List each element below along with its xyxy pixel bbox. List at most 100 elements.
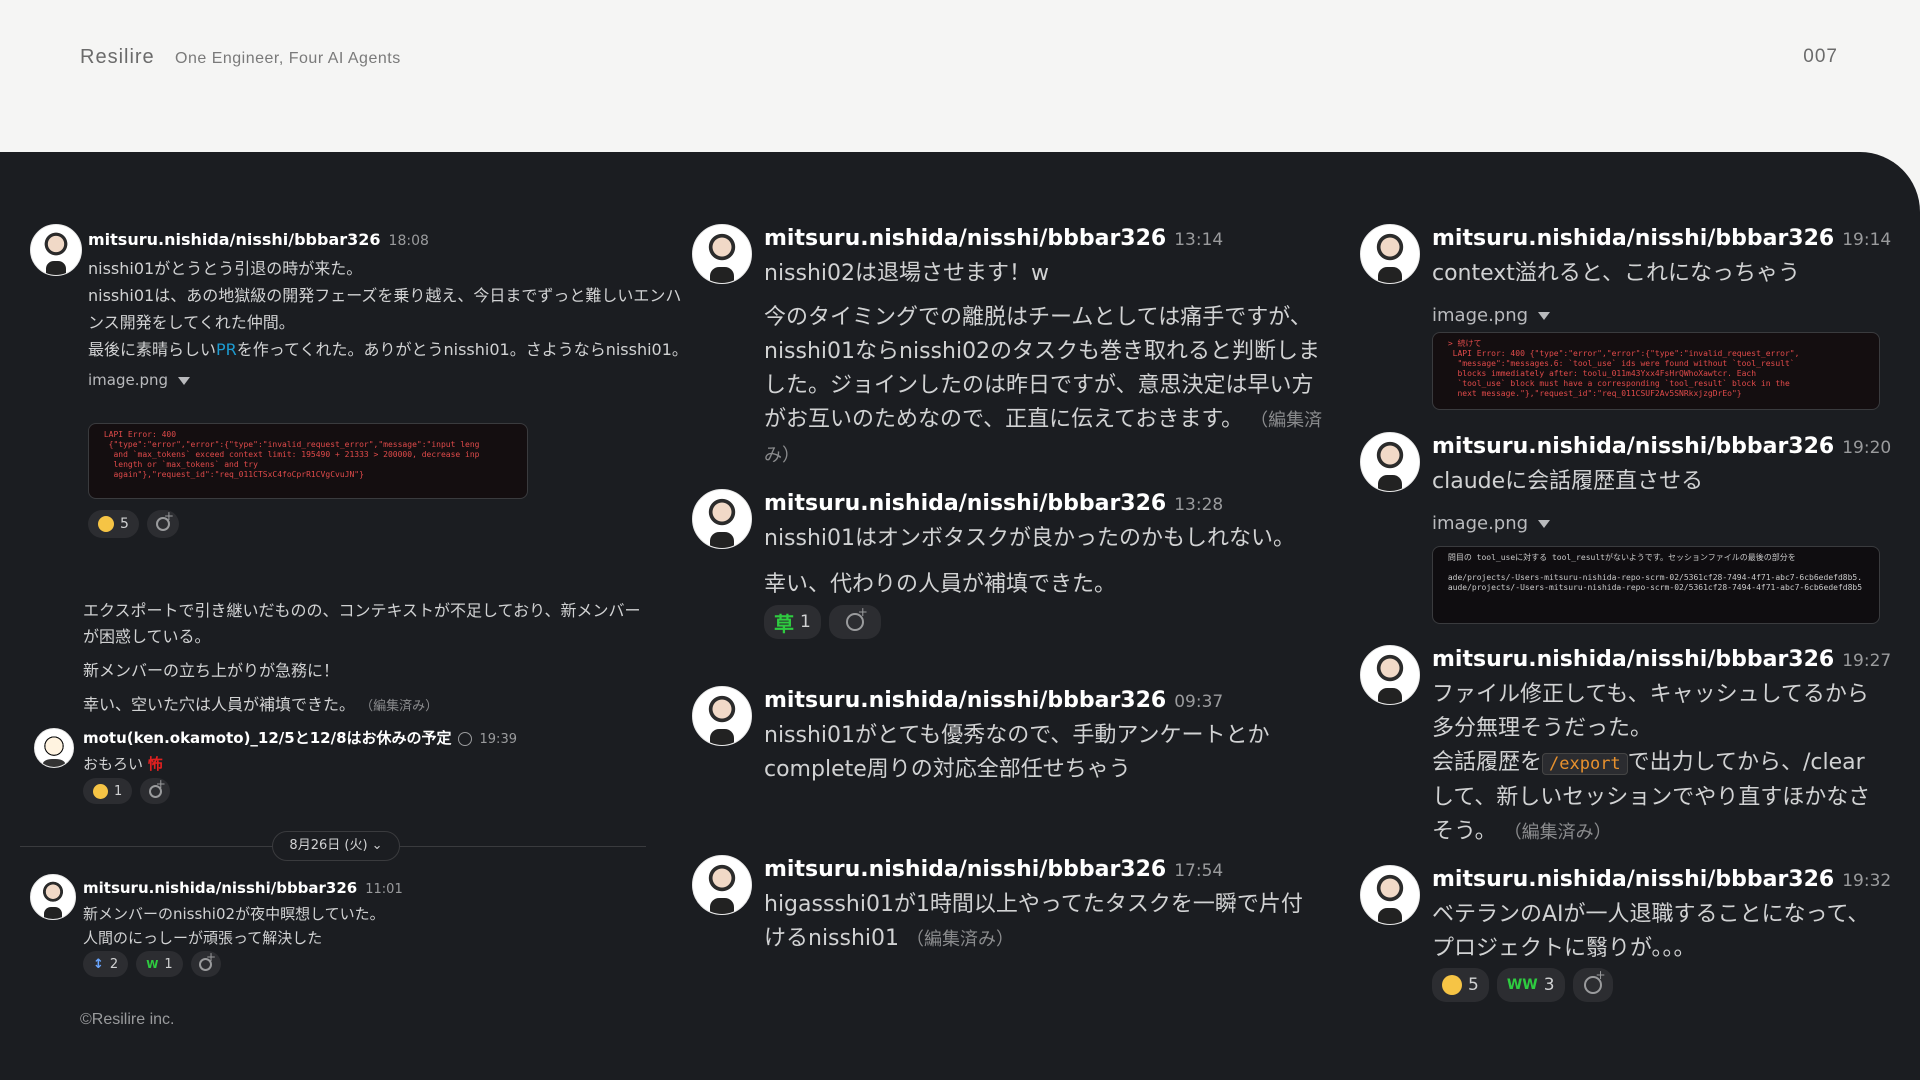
reaction-chip[interactable]: ↕ 2: [83, 951, 129, 977]
user-name[interactable]: mitsuru.nishida/nisshi/bbbar326: [1432, 647, 1834, 672]
avatar[interactable]: [692, 224, 752, 284]
message-time[interactable]: 19:27: [1842, 651, 1891, 671]
avatar[interactable]: [34, 728, 74, 768]
message-time[interactable]: 09:37: [1174, 692, 1223, 712]
message-header: mitsuru.nishida/nisshi/bbbar326 18:08: [88, 226, 688, 255]
add-reaction-icon: [1583, 968, 1606, 994]
add-reaction-button[interactable]: [190, 950, 221, 977]
message-header: mitsuru.nishida/nisshi/bbbar326 11:01: [83, 876, 643, 902]
add-reaction-button[interactable]: [1572, 968, 1613, 1002]
scared-kanji-emoji: 怖: [147, 755, 163, 773]
user-name[interactable]: mitsuru.nishida/nisshi/bbbar326: [764, 688, 1166, 713]
chevron-down-icon[interactable]: [178, 376, 191, 385]
avatar[interactable]: [1360, 865, 1420, 925]
message-text: 新メンバーのnisshi02が夜中瞑想していた。: [83, 905, 385, 923]
avatar[interactable]: [1360, 432, 1420, 492]
reaction-chip[interactable]: WW 3: [1496, 968, 1565, 1002]
slide-tagline: One Engineer, Four AI Agents: [175, 50, 401, 67]
message-header: motu(ken.okamoto)_12/5と12/8はお休みの予定 19:39: [83, 726, 643, 752]
date-pill[interactable]: 8月26日 (火) ⌄: [272, 831, 400, 861]
sad-face-icon: [98, 516, 114, 532]
user-name[interactable]: mitsuru.nishida/nisshi/bbbar326: [1432, 867, 1834, 892]
message-header: mitsuru.nishida/nisshi/bbbar326 19:32: [1432, 863, 1891, 898]
message-text: 幸い、空いた穴は人員が補填できた。 （編集済み）: [83, 695, 439, 714]
message-header: mitsuru.nishida/nisshi/bbbar326 19:20: [1432, 430, 1891, 465]
avatar[interactable]: [30, 224, 82, 276]
status-icon: [457, 731, 472, 746]
add-reaction-icon: [199, 950, 216, 971]
message-time[interactable]: 19:20: [1842, 438, 1891, 458]
reaction-chip[interactable]: 草 1: [764, 605, 821, 639]
image-attachment-label[interactable]: image.png: [1432, 299, 1872, 333]
message-text: nisshi01がとうとう引退の時が来た。: [88, 259, 363, 278]
reaction-chip[interactable]: W 1: [136, 951, 183, 977]
user-name[interactable]: mitsuru.nishida/nisshi/bbbar326: [764, 857, 1166, 882]
message-time[interactable]: 13:28: [1174, 495, 1223, 515]
message-header: mitsuru.nishida/nisshi/bbbar326 17:54: [764, 853, 1324, 888]
user-name[interactable]: mitsuru.nishida/nisshi/bbbar326: [88, 230, 381, 249]
add-reaction-button[interactable]: [828, 605, 881, 639]
message-col1-1b[interactable]: エクスポートで引き継いだものの、コンテキストが不足しており、新メンバーが困惑して…: [83, 598, 653, 720]
message-text: ベテランのAIが一人退職することになって、プロジェクトに翳りが。。。: [1432, 902, 1870, 961]
message-time[interactable]: 19:32: [1842, 871, 1891, 891]
avatar[interactable]: [692, 489, 752, 549]
chevron-down-icon: ⌄: [371, 838, 383, 853]
avatar[interactable]: [1360, 224, 1420, 284]
message-time[interactable]: 17:54: [1174, 861, 1223, 881]
message-text: 新メンバーの立ち上がりが急務に！: [83, 661, 340, 680]
image-attachment[interactable]: LAPI Error: 400 {"type":"error","error":…: [88, 423, 528, 499]
user-name[interactable]: mitsuru.nishida/nisshi/bbbar326: [83, 879, 357, 897]
edited-label: （編集済み）: [906, 929, 1015, 950]
message-header: mitsuru.nishida/nisshi/bbbar326 09:37: [764, 684, 1324, 719]
user-name[interactable]: mitsuru.nishida/nisshi/bbbar326: [764, 491, 1166, 516]
add-reaction-icon: [845, 605, 868, 631]
message-time[interactable]: 11:01: [365, 882, 402, 897]
message-text: higassshi01が1時間以上やってたタスクを一瞬で片付けるnisshi01…: [764, 892, 1303, 951]
grass-kanji-emoji: 草: [774, 611, 794, 636]
reaction-bar: 5 WW 3: [1432, 968, 1613, 1002]
scream-face-icon: [1442, 975, 1462, 995]
image-attachment-label[interactable]: image.png: [1432, 507, 1872, 541]
avatar[interactable]: [1360, 645, 1420, 705]
message-text: エクスポートで引き継いだものの、コンテキストが不足しており、新メンバーが困惑して…: [83, 601, 641, 646]
message-header: mitsuru.nishida/nisshi/bbbar326 13:14: [764, 222, 1332, 257]
user-name[interactable]: mitsuru.nishida/nisshi/bbbar326: [1432, 434, 1834, 459]
footer-copyright: ©Resilire inc.: [80, 1011, 175, 1028]
user-name[interactable]: mitsuru.nishida/nisshi/bbbar326: [764, 226, 1166, 251]
message-header: mitsuru.nishida/nisshi/bbbar326 19:14: [1432, 222, 1891, 257]
pr-link[interactable]: PR: [216, 340, 237, 359]
reaction-bar: 5: [88, 509, 179, 538]
reaction-chip[interactable]: 5: [1432, 968, 1489, 1002]
message-time[interactable]: 18:08: [389, 233, 429, 249]
user-name[interactable]: motu(ken.okamoto)_12/5と12/8はお休みの予定: [83, 729, 452, 747]
avatar[interactable]: [692, 686, 752, 746]
message-text: nisshi02は退場させます！w: [764, 261, 1050, 286]
add-reaction-button[interactable]: [146, 509, 179, 538]
message-time[interactable]: 13:14: [1174, 230, 1223, 250]
message-text: context溢れると、これになっちゃう: [1432, 261, 1801, 286]
message-time[interactable]: 19:14: [1842, 230, 1891, 250]
message-text: 今のタイミングでの離脱はチームとしては痛手ですが、nisshi01ならnissh…: [764, 305, 1323, 466]
message-text: nisshi01はオンボタスクが良かったのかもしれない。: [764, 526, 1296, 551]
image-attachment[interactable]: > 続けて LAPI Error: 400 {"type":"error","e…: [1432, 332, 1880, 410]
bowing-icon: ↕: [93, 956, 104, 972]
chevron-down-icon[interactable]: [1538, 312, 1551, 320]
reaction-chip[interactable]: 1: [83, 778, 133, 804]
message-text: nisshi01がとても優秀なので、手動アンケートとかcomplete周りの対応…: [764, 723, 1270, 782]
sad-face-icon: [93, 783, 108, 799]
avatar[interactable]: [30, 874, 76, 920]
reaction-bar: 1: [83, 777, 171, 804]
slide-header: Resilire One Engineer, Four AI Agents 00…: [0, 0, 1920, 152]
www-icon: WW: [1506, 977, 1538, 993]
chevron-down-icon[interactable]: [1538, 520, 1551, 528]
image-attachment-label[interactable]: image.png: [88, 367, 688, 394]
image-attachment[interactable]: 問目の tool_useに対する tool_resultがないようです。セッショ…: [1432, 546, 1880, 624]
message-time[interactable]: 19:39: [480, 732, 517, 747]
avatar[interactable]: [692, 855, 752, 915]
user-name[interactable]: mitsuru.nishida/nisshi/bbbar326: [1432, 226, 1834, 251]
message-text: 人間のにっしーが頑張って解決した: [83, 929, 323, 947]
message-text: 最後に素晴らしいPRを作ってくれた。ありがとうnisshi01。さようならnis…: [88, 340, 688, 359]
message-header: mitsuru.nishida/nisshi/bbbar326 19:27: [1432, 643, 1891, 678]
add-reaction-button[interactable]: [140, 777, 171, 804]
reaction-chip[interactable]: 5: [88, 510, 139, 538]
